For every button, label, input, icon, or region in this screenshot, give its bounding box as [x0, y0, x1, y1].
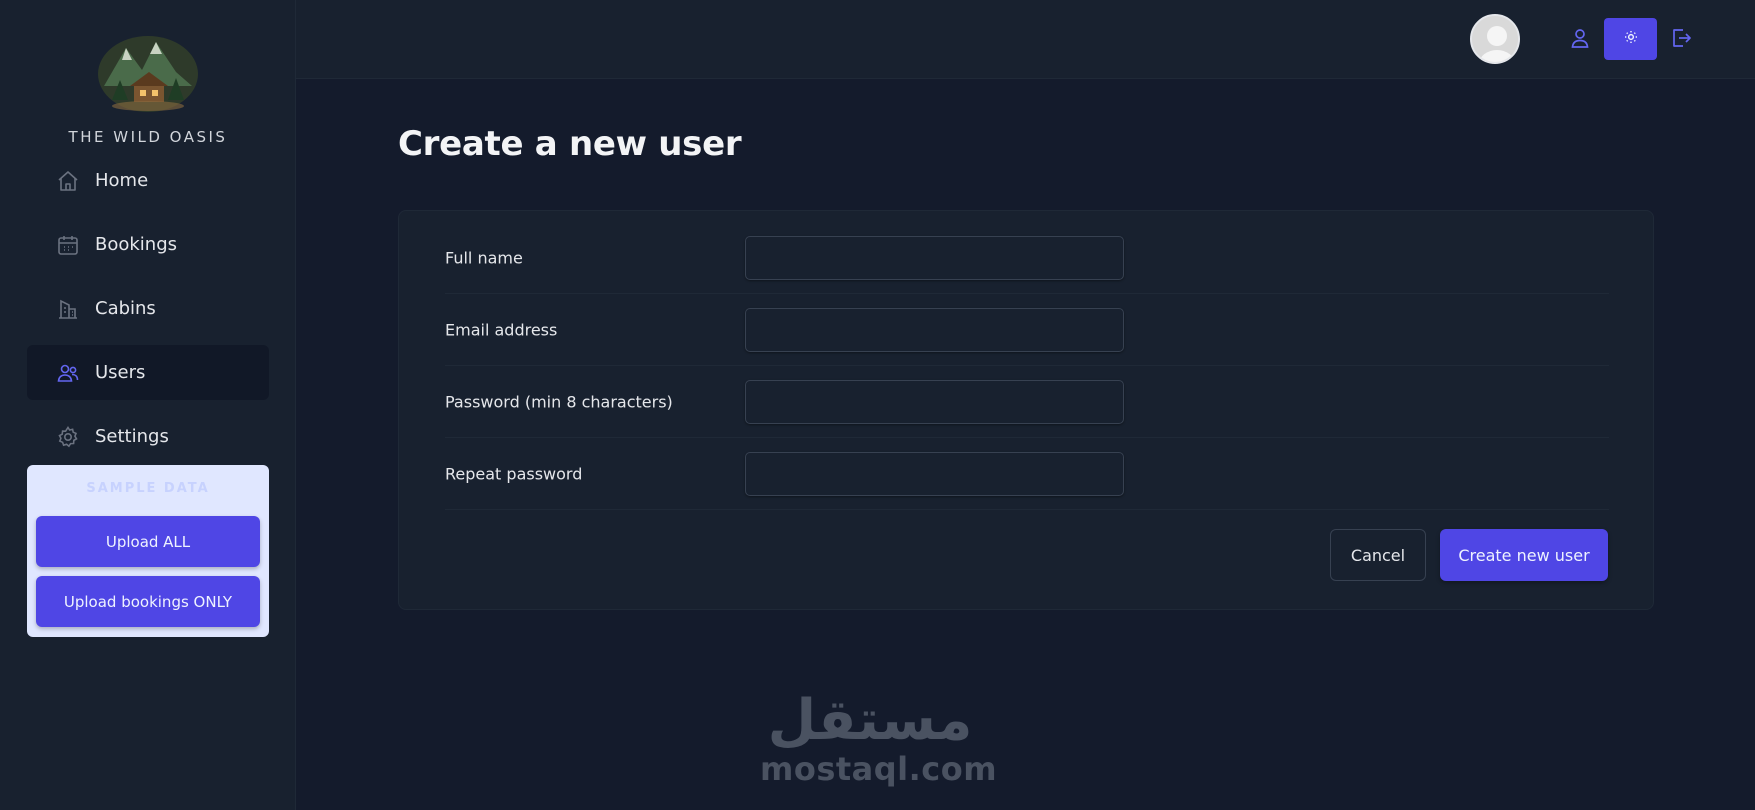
user-icon[interactable]	[1560, 18, 1600, 58]
gear-icon	[55, 424, 81, 450]
sidebar-item-label: Cabins	[95, 298, 156, 319]
sidebar-item-cabins[interactable]: Cabins	[27, 281, 269, 336]
sidebar: THE WILD OASIS Home Bookings Cabins User…	[0, 0, 296, 810]
watermark-latin: mostaql.com	[760, 750, 998, 788]
sun-icon	[1623, 29, 1639, 49]
create-user-button[interactable]: Create new user	[1440, 529, 1608, 581]
password-label: Password (min 8 characters)	[445, 392, 673, 412]
sample-data-title: SAMPLE DATA	[86, 481, 210, 496]
cancel-button[interactable]: Cancel	[1330, 529, 1426, 581]
form-row-email: Email address	[445, 294, 1609, 366]
sidebar-item-users[interactable]: Users	[27, 345, 269, 400]
form-row-full-name: Full name	[445, 222, 1609, 294]
calendar-icon	[55, 232, 81, 258]
password-input[interactable]	[745, 380, 1124, 424]
sidebar-item-home[interactable]: Home	[27, 153, 269, 208]
email-label: Email address	[445, 320, 558, 340]
sidebar-item-label: Home	[95, 170, 149, 191]
sidebar-item-label: Settings	[95, 426, 169, 447]
sidebar-item-label: Users	[95, 362, 146, 383]
upload-all-button[interactable]: Upload ALL	[36, 516, 260, 567]
building-icon	[55, 296, 81, 322]
sidebar-item-bookings[interactable]: Bookings	[27, 217, 269, 272]
dark-mode-toggle[interactable]	[1604, 18, 1657, 60]
upload-bookings-button[interactable]: Upload bookings ONLY	[36, 576, 260, 627]
avatar[interactable]	[1470, 14, 1520, 64]
watermark-arabic: مستقل	[767, 688, 973, 753]
watermark: مستقل mostaql.com	[760, 688, 998, 788]
logout-icon[interactable]	[1661, 18, 1701, 58]
form-row-password: Password (min 8 characters)	[445, 366, 1609, 438]
create-user-form: Full name Email address Password (min 8 …	[398, 210, 1654, 610]
logo	[96, 34, 200, 112]
sidebar-item-settings[interactable]: Settings	[27, 409, 269, 464]
repeat-password-label: Repeat password	[445, 464, 583, 484]
brand-name: THE WILD OASIS	[68, 128, 228, 146]
page-title: Create a new user	[398, 124, 742, 164]
divider	[445, 509, 1609, 510]
home-icon	[55, 168, 81, 194]
sample-data-panel: SAMPLE DATA Upload ALL Upload bookings O…	[27, 465, 269, 637]
full-name-label: Full name	[445, 248, 523, 268]
full-name-input[interactable]	[745, 236, 1124, 280]
users-icon	[55, 360, 81, 386]
repeat-password-input[interactable]	[745, 452, 1124, 496]
top-header	[296, 0, 1755, 79]
email-input[interactable]	[745, 308, 1124, 352]
sidebar-item-label: Bookings	[95, 234, 178, 255]
form-row-repeat-password: Repeat password	[445, 438, 1609, 510]
